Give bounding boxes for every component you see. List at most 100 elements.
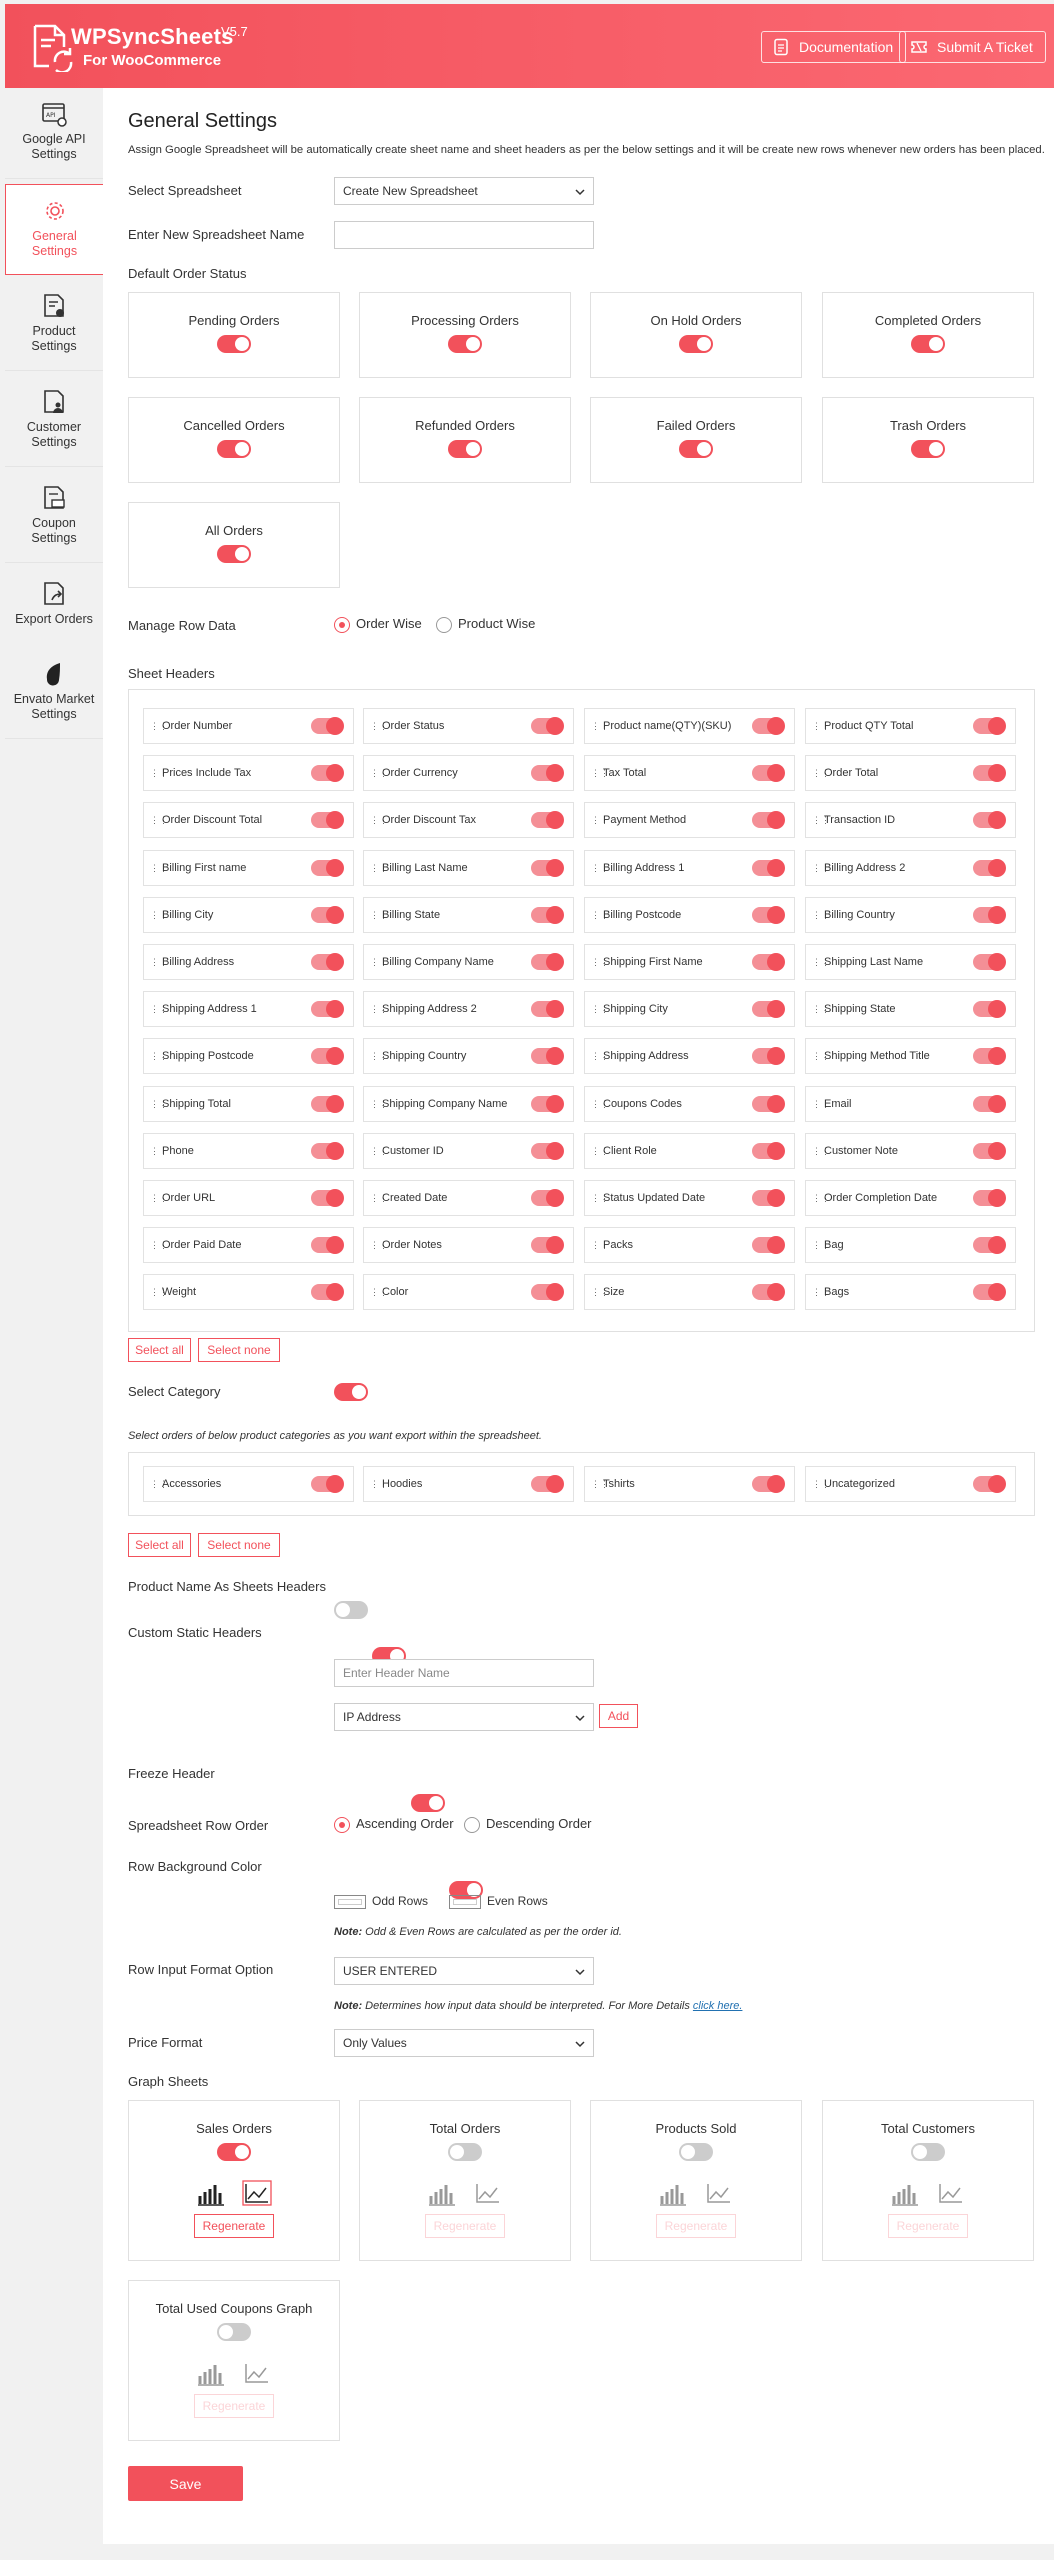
- sheet-header-field[interactable]: ⋮⋮ Order Notes: [363, 1227, 574, 1264]
- drag-handle-icon[interactable]: ⋮⋮: [370, 722, 388, 731]
- sheet-header-field[interactable]: ⋮⋮ Weight: [143, 1274, 354, 1311]
- sheet-header-toggle[interactable]: [311, 953, 344, 971]
- select-all-categories-button[interactable]: Select all: [128, 1533, 191, 1557]
- category-toggle[interactable]: [311, 1475, 344, 1493]
- select-none-headers-button[interactable]: Select none: [198, 1338, 280, 1362]
- sheet-header-toggle[interactable]: [752, 1047, 785, 1066]
- sheet-header-field[interactable]: ⋮⋮ Shipping First Name: [584, 944, 795, 980]
- sheet-header-field[interactable]: ⋮⋮ Billing Last Name: [363, 849, 574, 886]
- total-customers-graph-toggle[interactable]: [911, 2143, 945, 2161]
- sheet-header-field[interactable]: ⋮⋮ Order Completion Date: [805, 1180, 1016, 1216]
- sheet-header-field[interactable]: ⋮⋮ Order Total: [805, 755, 1016, 792]
- processing-orders-toggle[interactable]: [448, 335, 482, 353]
- on-hold-orders-toggle[interactable]: [679, 335, 713, 353]
- drag-handle-icon[interactable]: ⋮⋮: [812, 1099, 830, 1108]
- sheet-header-toggle[interactable]: [973, 1000, 1006, 1019]
- bar-chart-icon[interactable]: [427, 2180, 457, 2206]
- sheet-header-field[interactable]: ⋮⋮ Shipping Last Name: [805, 944, 1016, 980]
- sheet-header-toggle[interactable]: [973, 1094, 1006, 1113]
- trash-orders-toggle[interactable]: [911, 440, 945, 458]
- odd-rows-color[interactable]: Odd Rows: [334, 1894, 428, 1909]
- drag-handle-icon[interactable]: ⋮⋮: [150, 1241, 168, 1250]
- ascending-order-radio[interactable]: Ascending Order: [334, 1816, 454, 1833]
- regenerate-total-used-coupons-button[interactable]: Regenerate: [194, 2394, 274, 2418]
- descending-order-radio[interactable]: Descending Order: [464, 1816, 592, 1833]
- category-toggle[interactable]: [752, 1475, 785, 1493]
- header-name-input[interactable]: Enter Header Name: [334, 1659, 594, 1687]
- sheet-header-field[interactable]: ⋮⋮ Billing Address 2: [805, 849, 1016, 886]
- drag-handle-icon[interactable]: ⋮⋮: [591, 1194, 609, 1203]
- category-field[interactable]: ⋮⋮ Accessories: [143, 1466, 354, 1502]
- save-button[interactable]: Save: [128, 2466, 243, 2501]
- line-chart-icon[interactable]: [473, 2180, 503, 2206]
- sheet-header-field[interactable]: ⋮⋮ Order Discount Tax: [363, 802, 574, 839]
- drag-handle-icon[interactable]: ⋮⋮: [812, 769, 830, 778]
- sheet-header-field[interactable]: ⋮⋮ Order Status: [363, 708, 574, 744]
- sheet-header-field[interactable]: ⋮⋮ Billing Company Name: [363, 944, 574, 980]
- sheet-header-toggle[interactable]: [973, 953, 1006, 971]
- sheet-header-field[interactable]: ⋮⋮ Client Role: [584, 1132, 795, 1169]
- sheet-header-field[interactable]: ⋮⋮ Shipping Postcode: [143, 1038, 354, 1075]
- sheet-header-toggle[interactable]: [752, 1189, 785, 1207]
- sheet-header-field[interactable]: ⋮⋮ Shipping Total: [143, 1085, 354, 1122]
- sheet-header-toggle[interactable]: [531, 905, 564, 924]
- drag-handle-icon[interactable]: ⋮⋮: [150, 1480, 168, 1489]
- refunded-orders-toggle[interactable]: [448, 440, 482, 458]
- sheet-header-field[interactable]: ⋮⋮ Shipping Company Name: [363, 1085, 574, 1122]
- bar-chart-icon[interactable]: [196, 2360, 226, 2386]
- sheet-header-toggle[interactable]: [531, 1094, 564, 1113]
- drag-handle-icon[interactable]: ⋮⋮: [812, 816, 830, 825]
- new-spreadsheet-input[interactable]: [334, 221, 594, 249]
- sheet-header-toggle[interactable]: [752, 1283, 785, 1302]
- drag-handle-icon[interactable]: ⋮⋮: [150, 1146, 168, 1155]
- sheet-header-toggle[interactable]: [531, 1141, 564, 1160]
- drag-handle-icon[interactable]: ⋮⋮: [150, 1194, 168, 1203]
- drag-handle-icon[interactable]: ⋮⋮: [370, 1241, 388, 1250]
- drag-handle-icon[interactable]: ⋮⋮: [370, 816, 388, 825]
- sheet-header-field[interactable]: ⋮⋮ Billing City: [143, 896, 354, 933]
- sheet-header-toggle[interactable]: [973, 717, 1006, 735]
- drag-handle-icon[interactable]: ⋮⋮: [370, 863, 388, 872]
- sidebar-item-general[interactable]: General Settings: [5, 184, 103, 275]
- sheet-header-toggle[interactable]: [752, 811, 785, 830]
- sheet-header-field[interactable]: ⋮⋮ Packs: [584, 1227, 795, 1264]
- bar-chart-icon[interactable]: [658, 2180, 688, 2206]
- add-header-button[interactable]: Add: [599, 1704, 638, 1728]
- sheet-header-toggle[interactable]: [973, 811, 1006, 830]
- select-spreadsheet-dropdown[interactable]: Create New Spreadsheet: [334, 177, 594, 205]
- drag-handle-icon[interactable]: ⋮⋮: [370, 910, 388, 919]
- select-all-headers-button[interactable]: Select all: [128, 1338, 191, 1362]
- sheet-header-toggle[interactable]: [973, 858, 1006, 877]
- drag-handle-icon[interactable]: ⋮⋮: [591, 1480, 609, 1489]
- drag-handle-icon[interactable]: ⋮⋮: [812, 1194, 830, 1203]
- products-sold-graph-toggle[interactable]: [679, 2143, 713, 2161]
- drag-handle-icon[interactable]: ⋮⋮: [812, 863, 830, 872]
- even-rows-color[interactable]: Even Rows: [449, 1894, 548, 1909]
- total-orders-graph-toggle[interactable]: [448, 2143, 482, 2161]
- sheet-header-toggle[interactable]: [311, 764, 344, 783]
- line-chart-icon[interactable]: [704, 2180, 734, 2206]
- sidebar-item-export[interactable]: Export Orders: [5, 568, 103, 659]
- drag-handle-icon[interactable]: ⋮⋮: [591, 910, 609, 919]
- sheet-header-toggle[interactable]: [752, 1236, 785, 1255]
- sheet-header-field[interactable]: ⋮⋮ Product QTY Total: [805, 708, 1016, 744]
- pending-orders-toggle[interactable]: [217, 335, 251, 353]
- sheet-header-toggle[interactable]: [752, 764, 785, 783]
- sheet-header-toggle[interactable]: [311, 1141, 344, 1160]
- drag-handle-icon[interactable]: ⋮⋮: [812, 1146, 830, 1155]
- sheet-header-field[interactable]: ⋮⋮ Billing First name: [143, 849, 354, 886]
- drag-handle-icon[interactable]: ⋮⋮: [591, 958, 609, 967]
- drag-handle-icon[interactable]: ⋮⋮: [370, 958, 388, 967]
- drag-handle-icon[interactable]: ⋮⋮: [370, 769, 388, 778]
- sheet-header-toggle[interactable]: [531, 764, 564, 783]
- regenerate-products-sold-button[interactable]: Regenerate: [656, 2214, 736, 2238]
- sheet-header-field[interactable]: ⋮⋮ Customer ID: [363, 1132, 574, 1169]
- sheet-header-toggle[interactable]: [311, 1000, 344, 1019]
- sheet-header-toggle[interactable]: [311, 811, 344, 830]
- sheet-header-field[interactable]: ⋮⋮ Payment Method: [584, 802, 795, 839]
- regenerate-total-orders-button[interactable]: Regenerate: [425, 2214, 505, 2238]
- sidebar-item-google-api[interactable]: API Google API Settings: [5, 88, 103, 179]
- sheet-header-field[interactable]: ⋮⋮ Transaction ID: [805, 802, 1016, 839]
- regenerate-total-customers-button[interactable]: Regenerate: [888, 2214, 968, 2238]
- drag-handle-icon[interactable]: ⋮⋮: [591, 769, 609, 778]
